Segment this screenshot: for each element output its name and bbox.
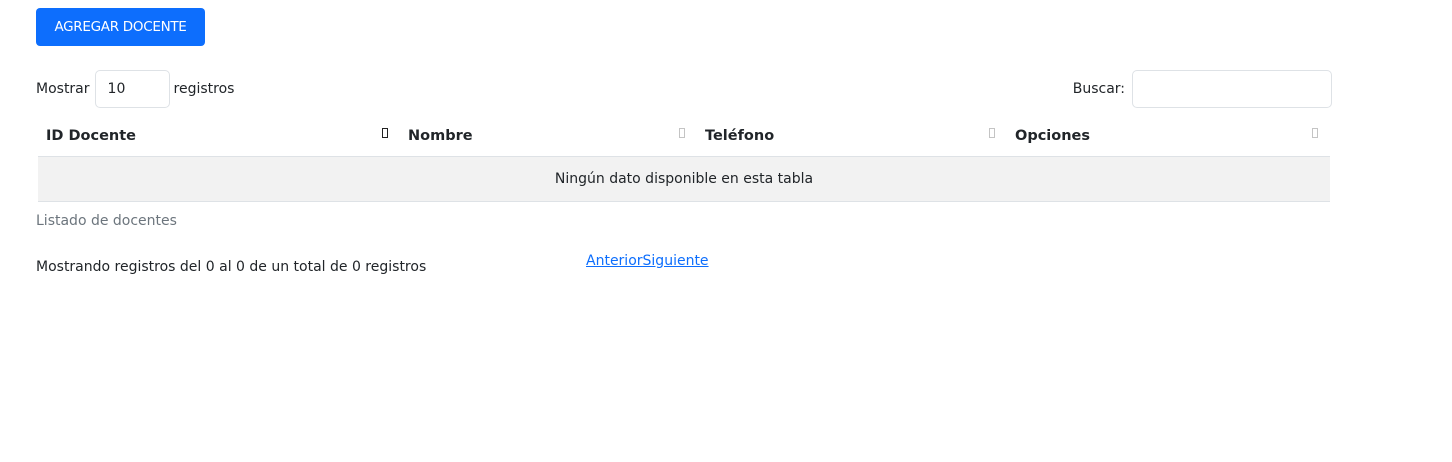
- empty-table-message: Ningún dato disponible en esta tabla: [38, 155, 1330, 202]
- next-page-link[interactable]: Siguiente: [643, 253, 709, 269]
- add-teacher-button[interactable]: AGREGAR DOCENTE: [36, 8, 205, 46]
- teachers-table: ID Docente Nombre Teléfono Opciones Ning…: [38, 116, 1330, 202]
- column-header-label: Nombre: [408, 127, 473, 144]
- length-suffix-label: registros: [173, 81, 235, 97]
- search-input[interactable]: [1132, 70, 1332, 108]
- page: AGREGAR DOCENTE Mostrar 10 registros Bus…: [0, 0, 1452, 462]
- length-control: Mostrar 10 registros: [36, 70, 234, 108]
- search-label: Buscar:: [1072, 81, 1125, 97]
- table-row: Ningún dato disponible en esta tabla: [38, 155, 1330, 202]
- column-header-label: ID Docente: [46, 127, 136, 144]
- table-header-row: ID Docente Nombre Teléfono Opciones: [38, 116, 1330, 157]
- column-header-id[interactable]: ID Docente: [38, 116, 400, 157]
- column-header-name[interactable]: Nombre: [400, 116, 697, 157]
- sort-icon: [989, 128, 995, 138]
- page-length-select[interactable]: 10: [94, 70, 170, 108]
- length-prefix-label: Mostrar: [36, 81, 90, 97]
- column-header-label: Opciones: [1015, 127, 1091, 144]
- column-header-label: Teléfono: [705, 127, 775, 144]
- previous-page-link[interactable]: Anterior: [586, 253, 643, 269]
- pagination: AnteriorSiguiente: [586, 253, 709, 269]
- column-header-phone[interactable]: Teléfono: [697, 116, 1007, 157]
- sort-icon: [679, 128, 685, 138]
- table-caption: Listado de docentes: [36, 213, 177, 229]
- column-header-options[interactable]: Opciones: [1007, 116, 1330, 157]
- table-info: Mostrando registros del 0 al 0 de un tot…: [36, 259, 427, 275]
- sort-icon: [382, 128, 388, 138]
- search-control: Buscar:: [1073, 70, 1332, 108]
- sort-icon: [1312, 128, 1318, 138]
